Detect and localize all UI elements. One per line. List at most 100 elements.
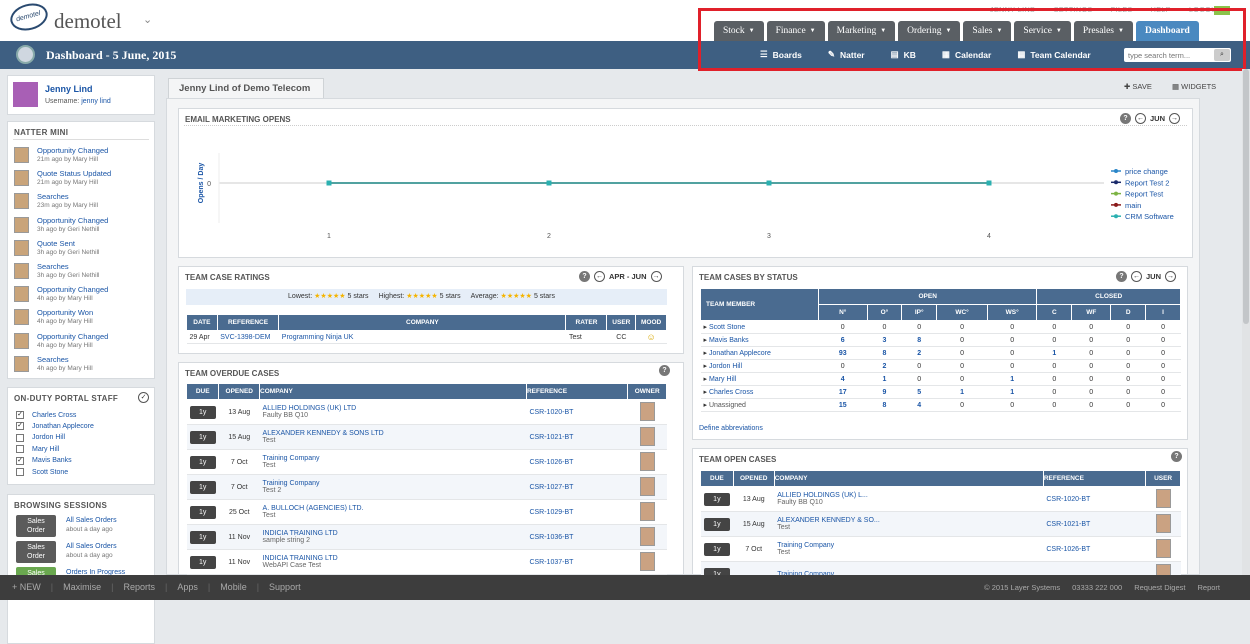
due-badge[interactable]: 1y [189, 555, 216, 569]
cell-reference[interactable]: CSR-1021-BT [526, 424, 628, 450]
staff-name[interactable]: Jonathan Applecore [32, 423, 94, 430]
column-header[interactable]: REFERENCE [1042, 470, 1147, 487]
help-icon[interactable]: ? [1171, 451, 1182, 462]
cell-reference[interactable]: CSR-1036-BT [526, 524, 628, 550]
staff-checkbox[interactable] [16, 445, 24, 454]
cell-count[interactable]: 2 [867, 359, 902, 373]
column-header[interactable]: RATER [565, 314, 608, 331]
sales-order-button[interactable]: Sales Order [16, 515, 56, 537]
company-link[interactable]: Training Company [777, 542, 1040, 549]
toolbar-new[interactable]: + NEW [12, 582, 41, 592]
company-link[interactable]: Training Company [263, 480, 524, 487]
avatar[interactable] [639, 501, 655, 521]
natter-item-title[interactable]: Opportunity Changed [37, 332, 108, 341]
cell-count[interactable]: 4 [901, 398, 937, 412]
staff-checkbox[interactable]: ✓ [16, 456, 24, 465]
cell-count[interactable]: 17 [818, 385, 867, 399]
toolbar-maximise[interactable]: Maximise [63, 582, 101, 592]
table-row[interactable]: 1y 7 Oct Training Company Test 2 CSR-1027-BT [186, 474, 667, 500]
column-header[interactable]: REFERENCE [216, 314, 280, 331]
member-name[interactable]: Jonathan Applecore [709, 350, 771, 357]
company-logo[interactable]: demotel [7, 0, 51, 35]
company-link[interactable]: ALEXANDER KENNEDY & SO... [777, 517, 1040, 524]
natter-item-title[interactable]: Searches [37, 262, 69, 271]
cell-count[interactable]: 2 [901, 346, 937, 360]
avatar[interactable] [639, 451, 655, 471]
toolbar-support[interactable]: Support [269, 582, 301, 592]
cell-count[interactable]: 1 [987, 385, 1037, 399]
column-header[interactable]: OPENED [732, 470, 775, 487]
next-arrow-icon[interactable]: → [1165, 271, 1177, 282]
table-row[interactable]: 1y 13 Aug ALLIED HOLDINGS (UK) LTD Faulty B… [186, 399, 667, 425]
brand-name[interactable]: demotel [54, 9, 122, 34]
data-point[interactable] [986, 180, 992, 186]
column-header[interactable]: DATE [186, 314, 218, 331]
save-button[interactable]: ✚ SAVE [1124, 82, 1152, 91]
company-link[interactable]: Training Company [263, 455, 524, 462]
cell-reference[interactable]: CSR-1027-BT [526, 474, 628, 500]
define-abbreviations-link[interactable]: Define abbreviations [699, 425, 763, 432]
cell-count[interactable]: 9 [867, 385, 902, 399]
company-link[interactable]: ALLIED HOLDINGS (UK) L... [777, 492, 1040, 499]
due-badge[interactable]: 1y [189, 405, 216, 419]
cell-count[interactable]: 8 [867, 398, 902, 412]
cell-count[interactable]: 3 [867, 333, 902, 347]
staff-name[interactable]: Scott Stone [32, 469, 68, 476]
member-name[interactable]: Charles Cross [709, 389, 753, 396]
column-header[interactable]: USER [606, 314, 637, 331]
table-row[interactable]: 1y 15 Aug ALEXANDER KENNEDY & SO... Test CSR… [700, 511, 1181, 537]
table-row[interactable]: 1y 25 Oct A. BULLOCH (AGENCIES) LTD. Test CS… [186, 499, 667, 525]
profile-name[interactable]: Jenny Lind [45, 84, 93, 94]
natter-item-title[interactable]: Quote Sent [37, 239, 75, 248]
table-row[interactable]: ▸ Unassigned 15 8 4 0 0 0 0 0 0 [700, 398, 1181, 412]
prev-arrow-icon[interactable]: ← [1131, 271, 1142, 282]
column-header[interactable]: USER [1145, 470, 1181, 487]
cell-reference[interactable]: CSR-1020-BT [526, 399, 628, 425]
cell-count[interactable]: 15 [818, 398, 867, 412]
data-point[interactable] [766, 180, 772, 186]
cell-reference[interactable]: CSR-1029-BT [526, 499, 628, 525]
browse-link[interactable]: All Sales Orders [66, 517, 117, 524]
cell-count[interactable]: 1 [936, 385, 988, 399]
next-arrow-icon[interactable]: → [650, 271, 662, 282]
sales-order-button[interactable]: Sales Order [16, 541, 56, 563]
table-row[interactable]: ▸ Jordon Hill 0 2 0 0 0 0 0 0 0 [700, 359, 1181, 373]
check-circle-icon[interactable]: ✓ [138, 392, 149, 403]
due-badge[interactable]: 1y [189, 505, 216, 519]
page-scrollbar[interactable] [1242, 69, 1250, 575]
company-link[interactable]: ALLIED HOLDINGS (UK) LTD [263, 405, 524, 412]
member-name[interactable]: Mavis Banks [709, 337, 749, 344]
column-header[interactable]: WS° [986, 304, 1038, 321]
natter-item-title[interactable]: Searches [37, 355, 69, 364]
toolbar-info-item[interactable]: Report [1197, 583, 1220, 592]
natter-item-title[interactable]: Opportunity Won [37, 308, 93, 317]
avatar[interactable] [13, 82, 38, 107]
due-badge[interactable]: 1y [189, 530, 216, 544]
cell-count[interactable]: 4 [818, 372, 867, 386]
column-header[interactable]: I [1145, 304, 1181, 321]
table-row[interactable]: 29 Apr SVC-1398-DEM Programming Ninja UK Te… [186, 330, 667, 344]
member-name[interactable]: Mary Hill [709, 376, 736, 383]
avatar[interactable] [639, 551, 655, 571]
member-name[interactable]: Scott Stone [709, 324, 745, 331]
widgets-button[interactable]: ▦ WIDGETS [1172, 82, 1216, 91]
staff-name[interactable]: Charles Cross [32, 412, 76, 419]
data-point[interactable] [326, 180, 332, 186]
natter-item-title[interactable]: Opportunity Changed [37, 216, 108, 225]
cell-reference[interactable]: CSR-1026-BT [526, 449, 628, 475]
natter-item-title[interactable]: Opportunity Changed [37, 285, 108, 294]
column-header[interactable]: DUE [700, 470, 734, 487]
table-row[interactable]: 1y 15 Aug ALEXANDER KENNEDY & SONS LTD Test… [186, 424, 667, 450]
chevron-down-icon[interactable]: ⌄ [143, 13, 152, 26]
due-badge[interactable]: 1y [703, 542, 730, 556]
avatar[interactable] [1155, 488, 1171, 508]
column-header[interactable]: COMPANY [259, 383, 527, 400]
column-header[interactable]: WF [1071, 304, 1112, 321]
legend-entry[interactable]: Report Test [1125, 190, 1164, 199]
company-link[interactable]: ALEXANDER KENNEDY & SONS LTD [263, 430, 524, 437]
toolbar-mobile[interactable]: Mobile [220, 582, 247, 592]
staff-name[interactable]: Mary Hill [32, 446, 59, 453]
cell-count[interactable]: 1 [1036, 346, 1072, 360]
company-link[interactable]: INDICIA TRAINING LTD [263, 530, 524, 537]
avatar[interactable] [1155, 513, 1171, 533]
